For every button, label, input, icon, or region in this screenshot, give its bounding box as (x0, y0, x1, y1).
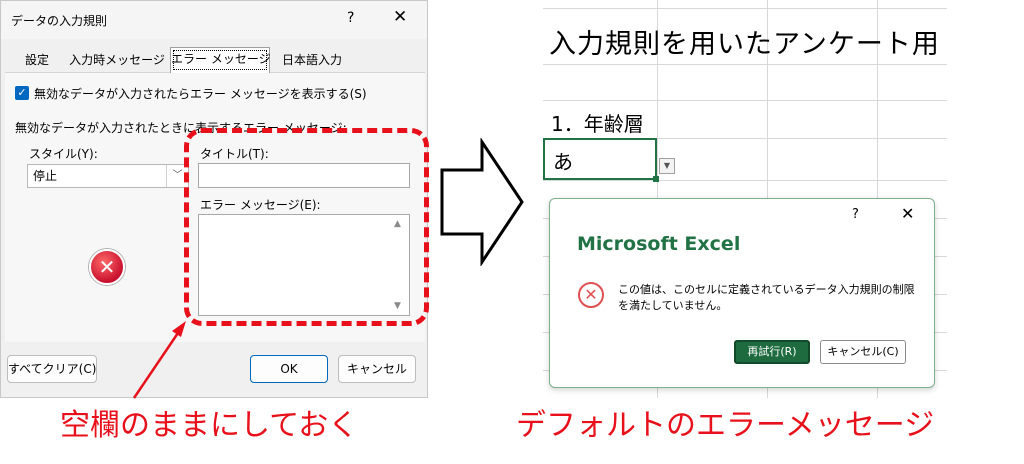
active-cell-value: あ (553, 150, 573, 174)
popup-cancel-button[interactable]: キャンセル(C) (820, 340, 906, 364)
caption-left: 空欄のままにしておく (60, 408, 359, 443)
popup-message: この値は、このセルに定義されているデータ入力規則の制限を満たしていません。 (618, 283, 915, 312)
excel-error-dialog: ? ✕ Microsoft Excel ✕ この値は、このセルに定義されているデ… (549, 198, 935, 388)
active-cell[interactable]: あ (543, 138, 657, 180)
caption-right: デフォルトのエラーメッセージ (516, 408, 935, 443)
sheet-title: 入力規則を用いたアンケート用 (549, 29, 940, 60)
dropdown-arrow-icon[interactable]: ▼ (659, 158, 675, 174)
hollow-right-arrow-icon (440, 138, 524, 266)
retry-button[interactable]: 再試行(R) (734, 340, 810, 364)
popup-help-button[interactable]: ? (852, 207, 859, 222)
popup-title: Microsoft Excel (577, 233, 741, 255)
fill-handle[interactable] (653, 176, 659, 182)
error-circle-icon: ✕ (578, 282, 604, 308)
popup-close-button[interactable]: ✕ (901, 204, 914, 223)
question-label: 1．年齢層 (551, 112, 644, 136)
